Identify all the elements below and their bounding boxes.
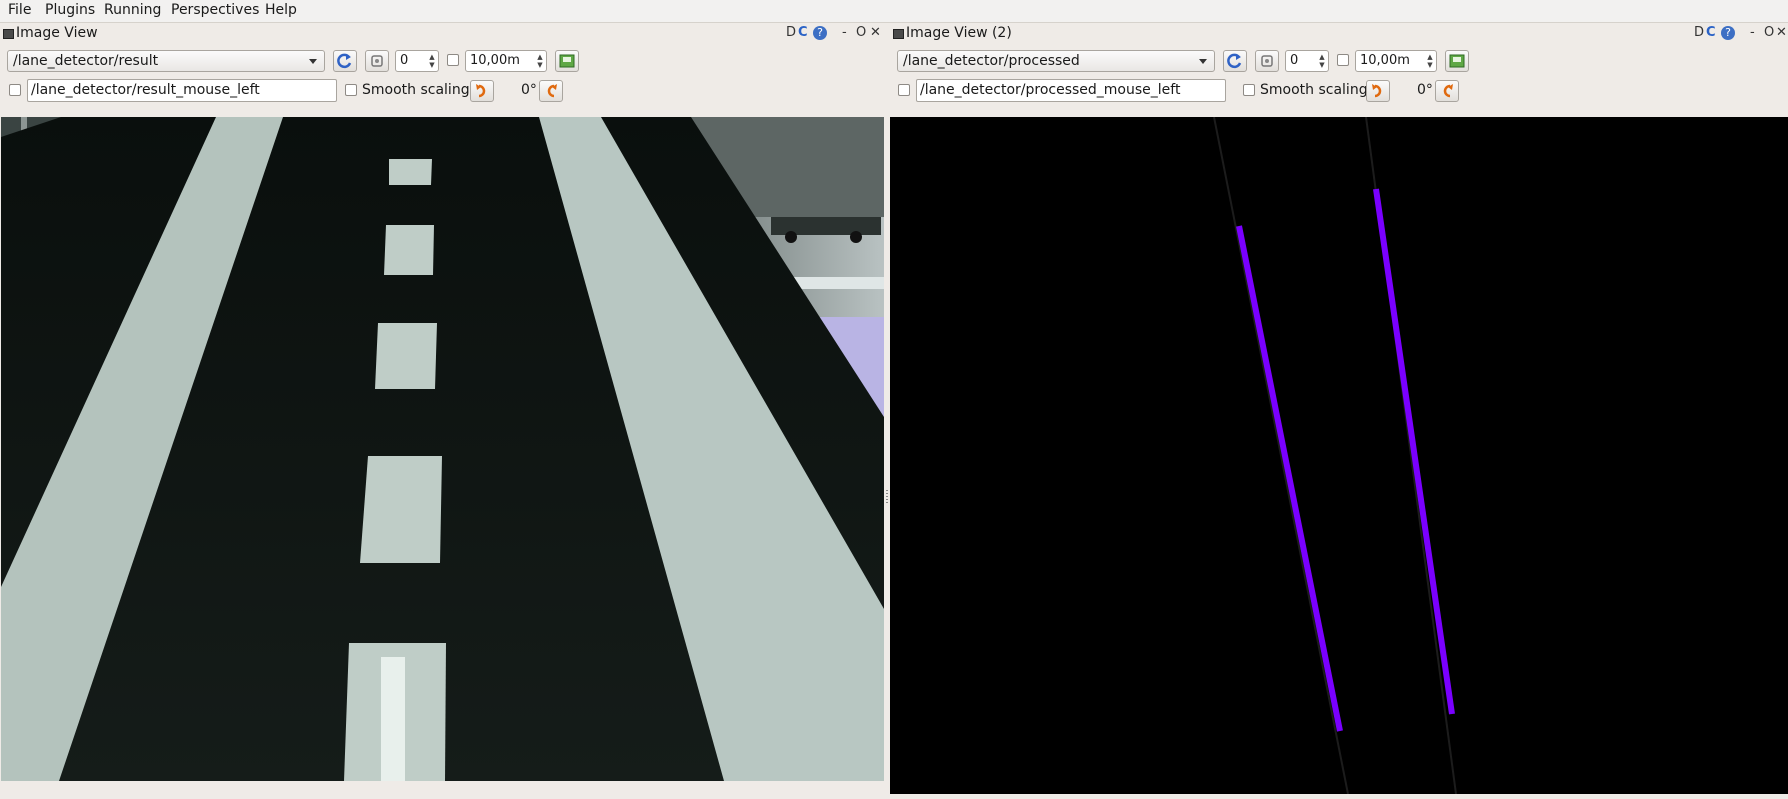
float-button[interactable]: O: [1764, 25, 1774, 40]
distance-value: 10,00m: [1360, 53, 1410, 68]
detected-lane-left: [1236, 225, 1343, 732]
image-view-pane-1: Image View D C ? - O ✕ /lane_detector/re…: [0, 23, 884, 799]
zoom-button[interactable]: [1255, 50, 1279, 72]
mouse-topic-field[interactable]: /lane_detector/result_mouse_left: [27, 79, 337, 102]
image-view-pane-2: Image View (2) D C ? - O ✕ /lane_detecto…: [890, 23, 1788, 799]
minimize-button[interactable]: -: [842, 25, 847, 40]
toolbar-row-1: /lane_detector/processed 0 ▲ ▼ 10,00m ▲ ▼: [890, 47, 1788, 75]
close-button[interactable]: ✕: [870, 25, 881, 40]
smooth-scaling-checkbox[interactable]: [345, 84, 357, 96]
topic-combo-value: /lane_detector/processed: [903, 53, 1080, 69]
reload-button[interactable]: C: [1706, 25, 1716, 40]
save-image-icon: [559, 54, 575, 68]
zoom-button[interactable]: [365, 50, 389, 72]
rotation-label: 0°: [521, 82, 537, 98]
smooth-scaling-label: Smooth scaling: [362, 82, 470, 98]
float-button[interactable]: O: [856, 25, 866, 40]
toolbar-row-1: /lane_detector/result 0 ▲ ▼ 10,00m ▲ ▼: [0, 47, 884, 75]
topic-combo[interactable]: /lane_detector/processed: [897, 50, 1215, 72]
menu-running[interactable]: Running: [104, 2, 161, 18]
rotate-right-icon: [547, 84, 557, 98]
zoom-icon: [1261, 55, 1273, 67]
save-image-icon: [1449, 54, 1465, 68]
dock-button[interactable]: D: [786, 25, 796, 40]
distance-spin-box[interactable]: 10,00m ▲ ▼: [465, 50, 547, 72]
smooth-scaling-label: Smooth scaling: [1260, 82, 1368, 98]
help-icon[interactable]: ?: [1721, 26, 1735, 40]
pane-title: Image View: [16, 25, 98, 41]
splitter-handle[interactable]: [886, 490, 888, 504]
image-canvas-processed[interactable]: [890, 117, 1788, 794]
topic-combo[interactable]: /lane_detector/result: [7, 50, 325, 72]
distance-spin-box[interactable]: 10,00m ▲ ▼: [1355, 50, 1437, 72]
spin-arrows-icon[interactable]: ▲ ▼: [1426, 53, 1434, 69]
toolbar-row-2: /lane_detector/result_mouse_left Smooth …: [0, 77, 884, 105]
rotate-left-icon: [476, 84, 486, 98]
spin-value: 0: [400, 53, 409, 68]
mouse-topic-value: /lane_detector/result_mouse_left: [31, 82, 260, 98]
menu-bar: File Plugins Running Perspectives Help: [0, 0, 1788, 23]
spin-box[interactable]: 0 ▲ ▼: [1285, 50, 1329, 72]
distance-checkbox[interactable]: [1337, 54, 1349, 66]
rotate-left-button[interactable]: [470, 80, 494, 102]
chevron-down-icon: [309, 59, 317, 64]
help-icon[interactable]: ?: [813, 26, 827, 40]
processed-image: [1213, 117, 1457, 794]
mouse-publish-checkbox[interactable]: [9, 84, 21, 96]
rotate-left-icon: [1372, 84, 1382, 98]
window-icon: [893, 29, 904, 39]
spin-arrows-icon[interactable]: ▲ ▼: [428, 53, 436, 69]
spin-box[interactable]: 0 ▲ ▼: [395, 50, 439, 72]
mouse-topic-value: /lane_detector/processed_mouse_left: [920, 82, 1181, 98]
rotate-right-button[interactable]: [539, 80, 563, 102]
spin-value: 0: [1290, 53, 1299, 68]
menu-help[interactable]: Help: [265, 2, 297, 18]
chevron-down-icon: [1199, 59, 1207, 64]
rotation-label: 0°: [1417, 82, 1433, 98]
distance-checkbox[interactable]: [447, 54, 459, 66]
rotate-right-icon: [1443, 84, 1453, 98]
rotate-right-button[interactable]: [1435, 80, 1459, 102]
refresh-icon: [337, 53, 352, 69]
spin-arrows-icon[interactable]: ▲ ▼: [536, 53, 544, 69]
toolbar-row-2: /lane_detector/processed_mouse_left Smoo…: [890, 77, 1788, 105]
image-canvas-result[interactable]: [1, 117, 884, 781]
menu-file[interactable]: File: [8, 2, 31, 18]
title-buttons: D C ? - O ✕: [786, 25, 884, 43]
close-button[interactable]: ✕: [1776, 25, 1787, 40]
pane-title-bar: Image View (2) D C ? - O ✕: [890, 23, 1788, 45]
refresh-button[interactable]: [333, 50, 357, 72]
refresh-icon: [1227, 53, 1242, 69]
title-buttons: D C ? - O ✕: [1694, 25, 1788, 43]
detected-lane-right: [1373, 188, 1455, 715]
camera-image: [1, 117, 884, 781]
smooth-scaling-checkbox[interactable]: [1243, 84, 1255, 96]
save-image-button[interactable]: [1445, 50, 1469, 72]
minimize-button[interactable]: -: [1750, 25, 1755, 40]
pane-title-bar: Image View D C ? - O ✕: [0, 23, 884, 45]
menu-perspectives[interactable]: Perspectives: [171, 2, 259, 18]
spin-arrows-icon[interactable]: ▲ ▼: [1318, 53, 1326, 69]
distance-value: 10,00m: [470, 53, 520, 68]
reload-button[interactable]: C: [798, 25, 808, 40]
rotate-left-button[interactable]: [1366, 80, 1390, 102]
menu-plugins[interactable]: Plugins: [45, 2, 95, 18]
refresh-button[interactable]: [1223, 50, 1247, 72]
pane-title: Image View (2): [906, 25, 1012, 41]
mouse-topic-field[interactable]: /lane_detector/processed_mouse_left: [916, 79, 1226, 102]
zoom-icon: [371, 55, 383, 67]
save-image-button[interactable]: [555, 50, 579, 72]
dock-button[interactable]: D: [1694, 25, 1704, 40]
mouse-publish-checkbox[interactable]: [898, 84, 910, 96]
window-icon: [3, 29, 14, 39]
topic-combo-value: /lane_detector/result: [13, 53, 159, 69]
